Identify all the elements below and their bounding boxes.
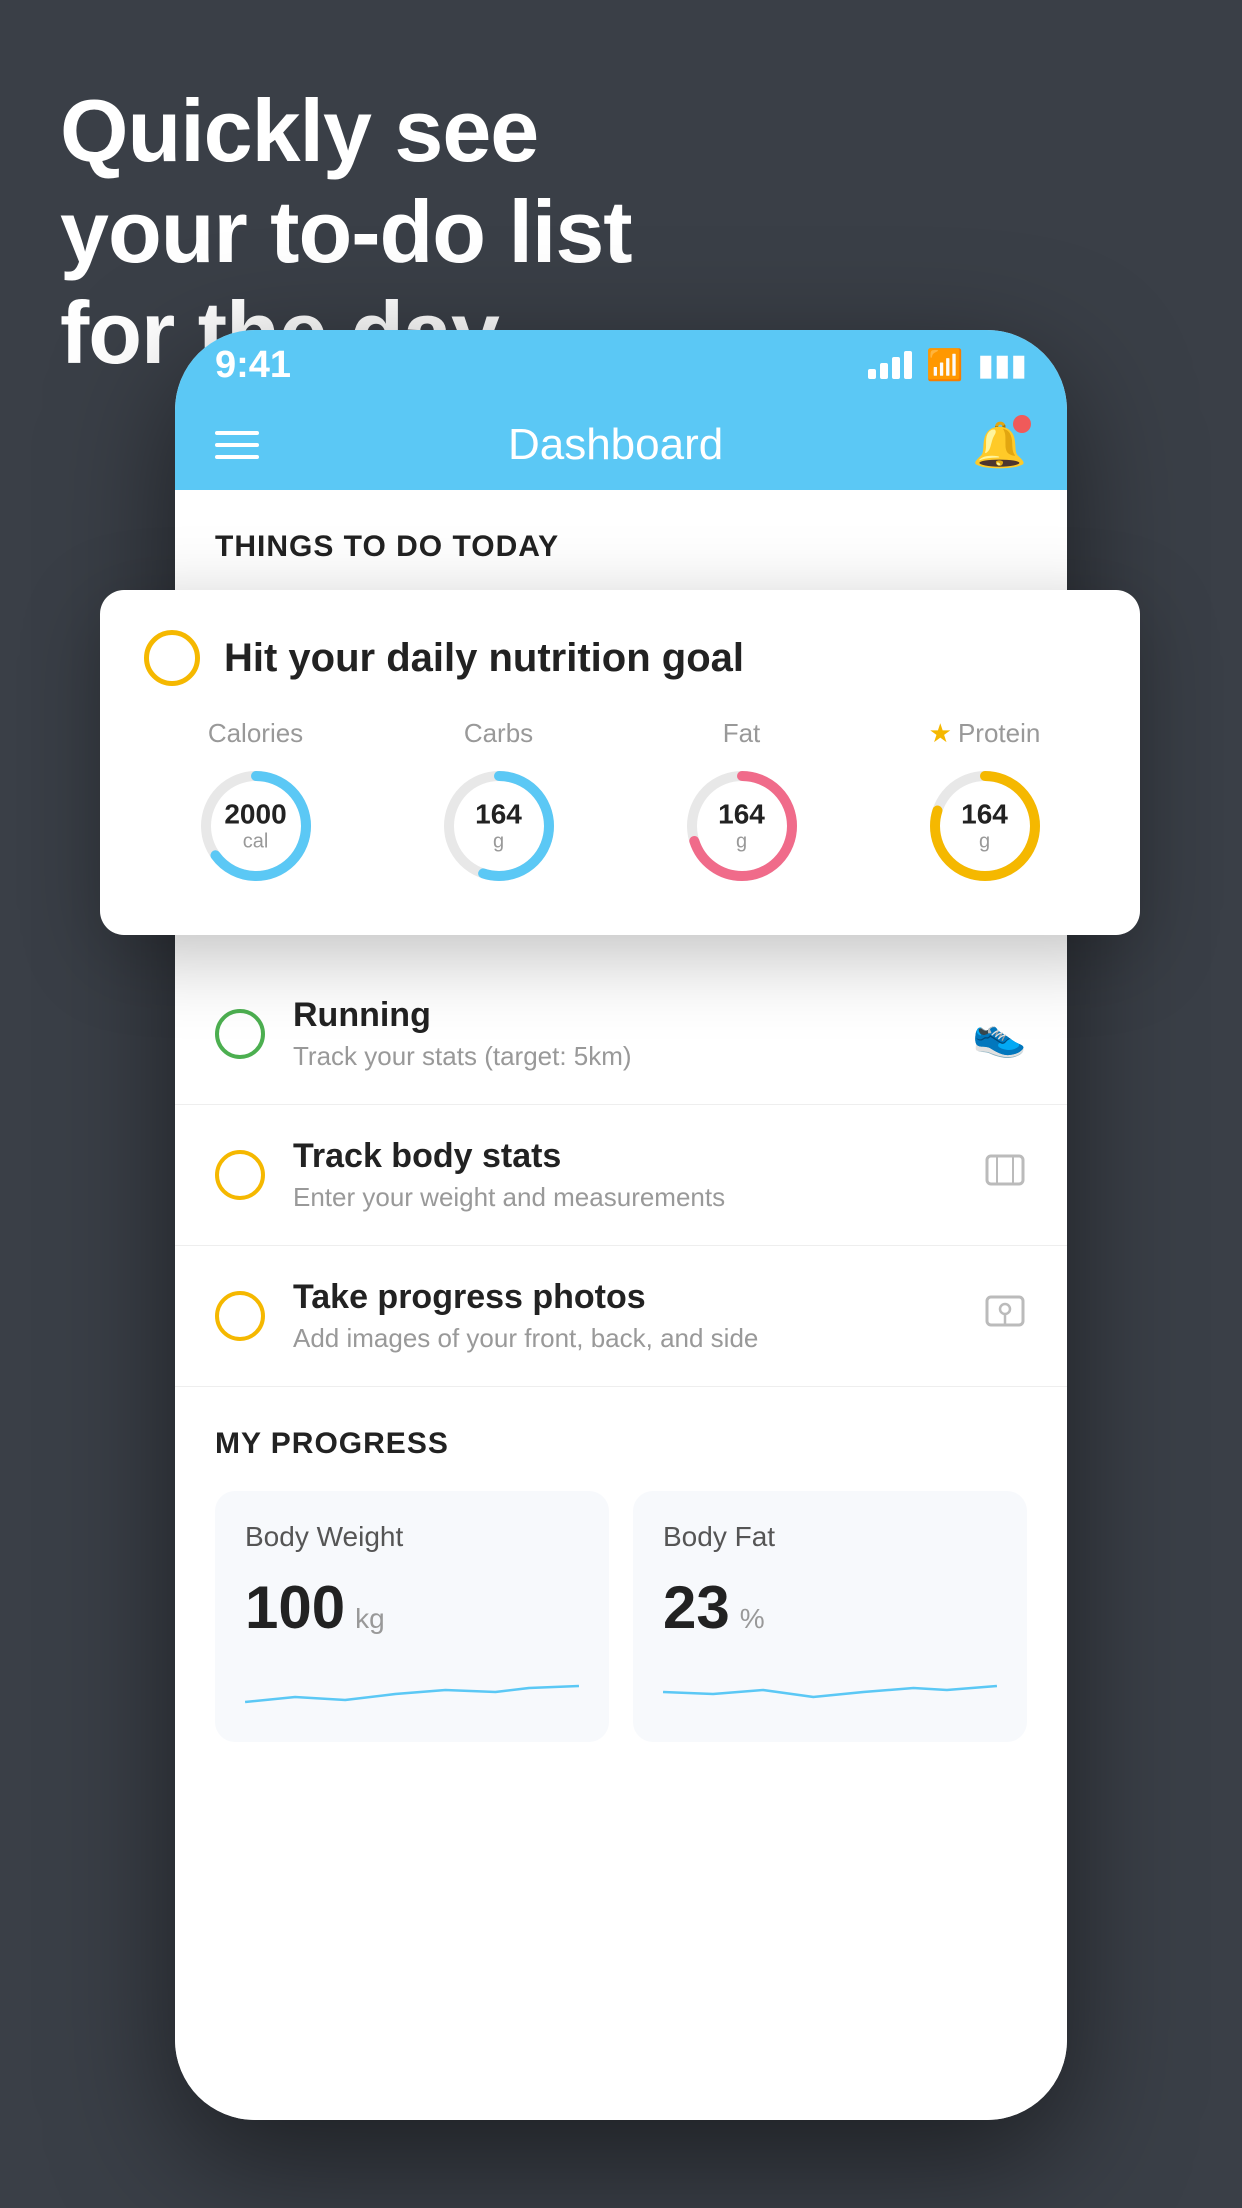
carbs-unit: g (475, 831, 522, 854)
nav-bar: Dashboard 🔔 (175, 400, 1067, 490)
todo-desc-photos: Add images of your front, back, and side (293, 1323, 955, 1354)
body-fat-card[interactable]: Body Fat 23 % (633, 1491, 1027, 1742)
section-header-today: THINGS TO DO TODAY (175, 490, 1067, 584)
fat-value: 164 (718, 799, 765, 831)
calories-unit: cal (224, 831, 286, 854)
body-fat-number: 23 (663, 1573, 730, 1642)
body-weight-value: 100 kg (245, 1573, 579, 1642)
fat-label: Fat (723, 718, 761, 749)
section-title-today: THINGS TO DO TODAY (215, 530, 559, 563)
photos-icon (983, 1289, 1027, 1344)
card-circle-check (144, 630, 200, 686)
protein-donut: 164 g (920, 761, 1050, 891)
protein-unit: g (961, 831, 1008, 854)
todo-circle-body-stats (215, 1150, 265, 1200)
star-icon: ★ (929, 718, 952, 749)
fat-unit: g (718, 831, 765, 854)
menu-button[interactable] (215, 431, 259, 459)
protein-label: ★ Protein (929, 718, 1041, 749)
body-weight-number: 100 (245, 1573, 345, 1642)
signal-icon (868, 351, 912, 379)
wifi-icon: 📶 (926, 348, 963, 383)
calories-donut: 2000 cal (191, 761, 321, 891)
body-weight-title: Body Weight (245, 1521, 579, 1553)
battery-icon: ▮▮▮ (977, 348, 1027, 383)
carbs-value: 164 (475, 799, 522, 831)
todo-content-photos: Take progress photos Add images of your … (293, 1278, 955, 1354)
notification-bell-button[interactable]: 🔔 (972, 419, 1027, 471)
calories-label: Calories (208, 718, 303, 749)
calories-value: 2000 (224, 799, 286, 831)
status-bar: 9:41 📶 ▮▮▮ (175, 330, 1067, 400)
todo-name-running: Running (293, 996, 944, 1035)
body-weight-unit: kg (355, 1603, 385, 1635)
todo-list: Running Track your stats (target: 5km) 👟… (175, 964, 1067, 1387)
carbs-label: Carbs (464, 718, 533, 749)
todo-desc-running: Track your stats (target: 5km) (293, 1041, 944, 1072)
nutrition-carbs: Carbs 164 g (434, 718, 564, 891)
nutrition-card: Hit your daily nutrition goal Calories 2… (100, 590, 1140, 935)
todo-circle-photos (215, 1291, 265, 1341)
todo-name-body-stats: Track body stats (293, 1137, 955, 1176)
status-icons: 📶 ▮▮▮ (868, 348, 1027, 383)
todo-name-photos: Take progress photos (293, 1278, 955, 1317)
body-weight-chart (245, 1662, 579, 1712)
nav-title: Dashboard (508, 420, 723, 470)
card-header: Hit your daily nutrition goal (144, 630, 1096, 686)
status-time: 9:41 (215, 344, 291, 387)
nutrition-calories: Calories 2000 cal (191, 718, 321, 891)
body-fat-unit: % (740, 1603, 765, 1635)
todo-content-body-stats: Track body stats Enter your weight and m… (293, 1137, 955, 1213)
todo-item-body-stats[interactable]: Track body stats Enter your weight and m… (175, 1105, 1067, 1246)
todo-circle-running (215, 1009, 265, 1059)
progress-section: MY PROGRESS Body Weight 100 kg (175, 1387, 1067, 1742)
nutrition-grid: Calories 2000 cal Carbs (144, 718, 1096, 891)
body-stats-icon (983, 1148, 1027, 1203)
protein-value: 164 (961, 799, 1008, 831)
todo-item-photos[interactable]: Take progress photos Add images of your … (175, 1246, 1067, 1387)
nutrition-fat: Fat 164 g (677, 718, 807, 891)
progress-title: MY PROGRESS (215, 1427, 1027, 1461)
body-fat-value: 23 % (663, 1573, 997, 1642)
running-icon: 👟 (972, 1008, 1027, 1060)
card-title: Hit your daily nutrition goal (224, 636, 744, 681)
fat-donut: 164 g (677, 761, 807, 891)
notification-dot (1013, 415, 1031, 433)
body-weight-card[interactable]: Body Weight 100 kg (215, 1491, 609, 1742)
nutrition-protein: ★ Protein 164 g (920, 718, 1050, 891)
todo-content-running: Running Track your stats (target: 5km) (293, 996, 944, 1072)
carbs-donut: 164 g (434, 761, 564, 891)
progress-cards: Body Weight 100 kg Body Fat 23 (215, 1491, 1027, 1742)
body-fat-title: Body Fat (663, 1521, 997, 1553)
body-fat-chart (663, 1662, 997, 1712)
todo-item-running[interactable]: Running Track your stats (target: 5km) 👟 (175, 964, 1067, 1105)
todo-desc-body-stats: Enter your weight and measurements (293, 1182, 955, 1213)
